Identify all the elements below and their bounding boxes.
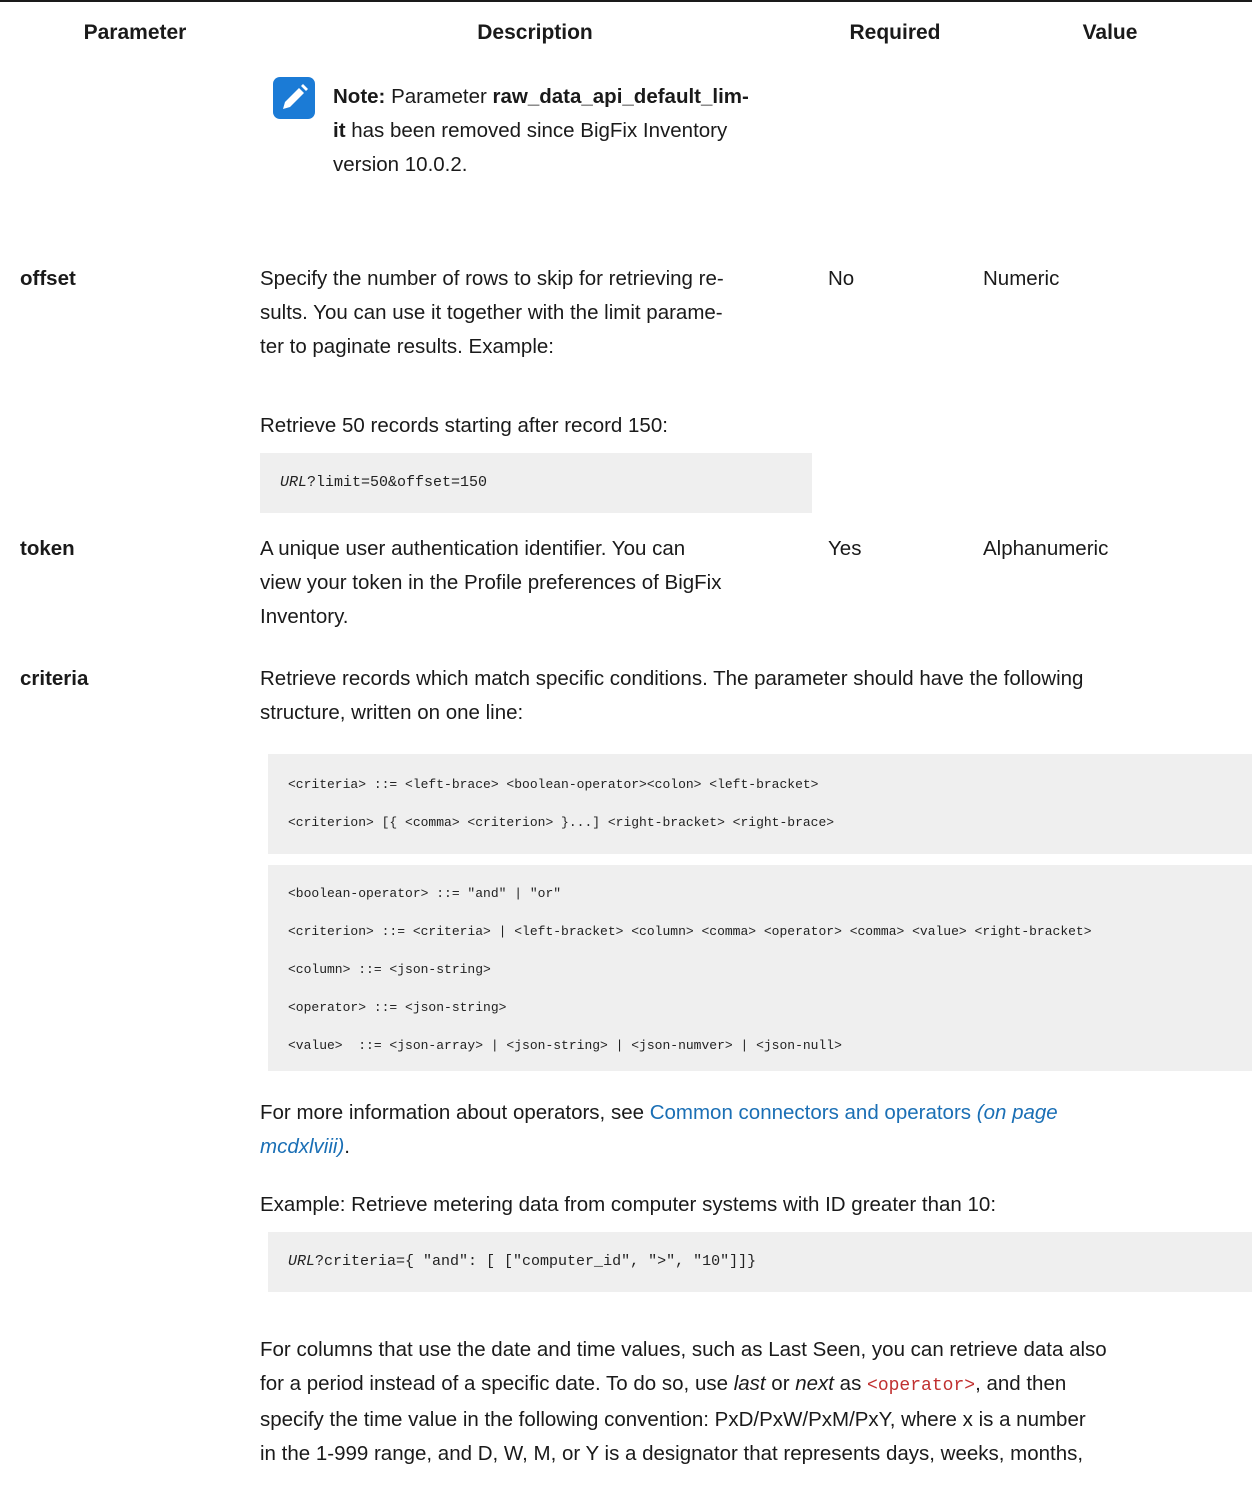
header-parameter: Parameter (83, 21, 187, 44)
param-name-offset: offset (20, 267, 76, 290)
date-period-paragraph: For columns that use the date and time v… (260, 1338, 1107, 1465)
note-param-name: raw_data_api_default_lim- (492, 85, 749, 108)
note-line-1: Note: Parameter raw_data_api_default_lim… (333, 85, 749, 108)
criteria-example-text: Example: Retrieve metering data from com… (260, 1193, 997, 1216)
page-reference-link[interactable]: mcdxlviii) (260, 1135, 344, 1158)
param-desc-offset: Specify the number of rows to skip for r… (260, 267, 724, 358)
required-offset: No (828, 267, 855, 290)
criteria-grammar-code-1: <criteria> ::= <left-brace> <boolean-ope… (268, 754, 1252, 854)
criteria-grammar-code-2: <boolean-operator> ::= "and" | "or" <crit… (268, 865, 1252, 1071)
header-required: Required (849, 21, 941, 44)
param-desc-token: A unique user authentication identifier.… (260, 537, 722, 628)
value-token: Alphanumeric (983, 537, 1109, 560)
offset-example-code: URL?limit=50&offset=150 (260, 453, 812, 513)
criteria-example-code: URL?criteria={ "and": [ ["computer_id", … (268, 1232, 1252, 1292)
note-line-2: it has been removed since BigFix Invento… (333, 119, 728, 142)
param-desc-criteria: Retrieve records which match specific co… (260, 667, 1084, 724)
table-top-border (0, 0, 1252, 2)
offset-example-text: Retrieve 50 records starting after recor… (260, 414, 668, 437)
note-label: Note: (333, 85, 386, 108)
header-value: Value (1082, 21, 1138, 44)
operator-inline-code: <operator> (867, 1376, 976, 1396)
param-name-criteria: criteria (20, 667, 89, 690)
operators-more-info: For more information about operators, se… (260, 1101, 1058, 1158)
param-name-token: token (20, 537, 75, 560)
note-line-3: version 10.0.2. (333, 153, 468, 176)
common-connectors-link[interactable]: Common connectors and operators (650, 1101, 971, 1124)
pencil-icon (273, 77, 315, 119)
note-block: Note: Parameter raw_data_api_default_lim… (333, 80, 813, 182)
value-offset: Numeric (983, 267, 1060, 290)
required-token: Yes (828, 537, 862, 560)
header-description: Description (477, 21, 593, 44)
